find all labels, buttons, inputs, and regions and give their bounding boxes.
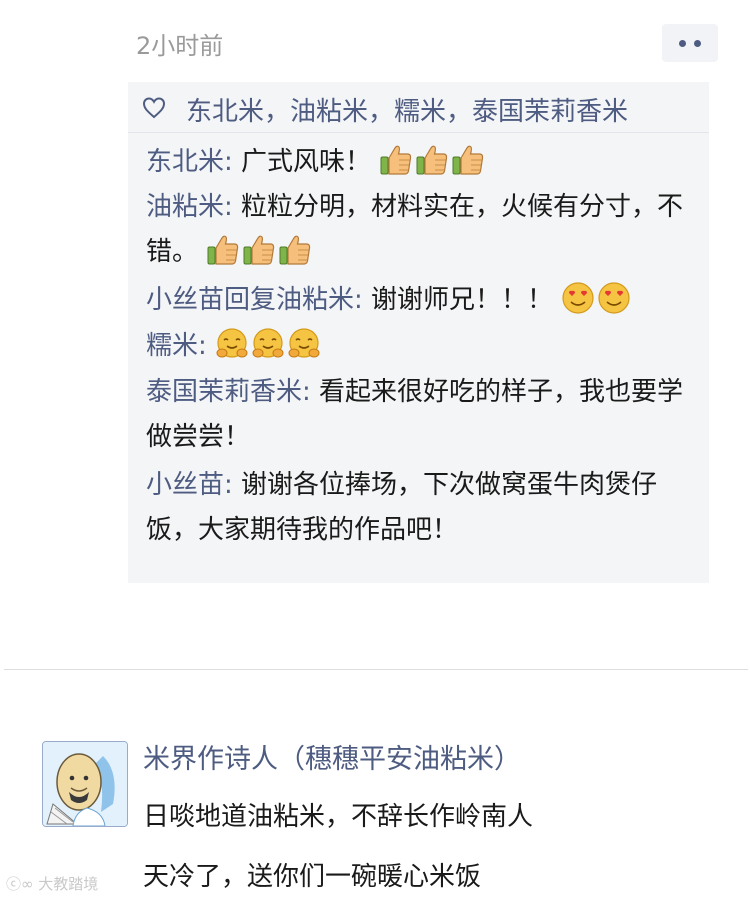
thumbs-up-icon xyxy=(242,233,276,282)
heart-outline-icon xyxy=(142,97,166,123)
post-text-line: 日啖地道油粘米，不辞长作岭南人 xyxy=(143,802,534,832)
post-timestamp: 2小时前 xyxy=(136,32,224,60)
post-author-name[interactable]: 米界作诗人（穗穗平安油粘米） xyxy=(143,737,521,776)
comment-item[interactable]: 泰国茉莉香米: 看起来很好吃的样子，我也要学做尝尝！ xyxy=(146,370,702,460)
comment-author[interactable]: 泰国茉莉香米: xyxy=(146,377,311,407)
watermark-text: 大教踏境 xyxy=(38,875,99,893)
post-divider xyxy=(4,669,748,670)
hugging-face-icon xyxy=(251,327,285,376)
comment-author[interactable]: 糯米: xyxy=(146,331,207,361)
thumbs-up-icon xyxy=(206,233,240,282)
heart-eyes-icon xyxy=(561,281,595,330)
likes-row: 东北米，油粘米，糯米，泰国茉莉香米 xyxy=(128,82,709,133)
thumbs-up-icon xyxy=(278,233,312,282)
comment-item[interactable]: 小丝苗回复油粘米: 谢谢师兄！！！ xyxy=(146,278,702,330)
hugging-face-icon xyxy=(215,327,249,376)
interaction-panel: 东北米，油粘米，糯米，泰国茉莉香米 东北米: 广式风味！ 油粘米: 粒粒分明，材… xyxy=(128,82,709,583)
comment-author[interactable]: 东北米: xyxy=(146,147,233,177)
heart-eyes-icon xyxy=(597,281,631,330)
more-dots-icon xyxy=(679,39,686,47)
watermark: ⓒ∞ 大教踏境 xyxy=(6,873,98,894)
watermark-logo-icon: ⓒ∞ xyxy=(6,875,34,893)
comment-item[interactable]: 油粘米: 粒粒分明，材料实在，火候有分寸，不错。 xyxy=(146,185,702,282)
cartoon-rice-poet-avatar[interactable] xyxy=(42,741,128,827)
comment-item[interactable]: 小丝苗: 谢谢各位捧场，下次做窝蛋牛肉煲仔饭，大家期待我的作品吧！ xyxy=(146,463,702,553)
comment-text: 谢谢师兄！！！ xyxy=(371,285,554,315)
hugging-face-icon xyxy=(287,327,321,376)
likes-names[interactable]: 东北米，油粘米，糯米，泰国茉莉香米 xyxy=(186,91,628,128)
comment-author[interactable]: 小丝苗回复油粘米: xyxy=(146,285,363,315)
comment-author[interactable]: 油粘米: xyxy=(146,192,233,222)
comment-author[interactable]: 小丝苗: xyxy=(146,470,233,500)
more-button[interactable] xyxy=(662,24,718,62)
comment-text: 广式风味！ xyxy=(241,147,372,177)
post-text-line: 天冷了，送你们一碗暖心米饭 xyxy=(143,862,482,892)
more-dots-icon xyxy=(694,39,701,47)
comment-item[interactable]: 糯米: xyxy=(146,324,702,376)
